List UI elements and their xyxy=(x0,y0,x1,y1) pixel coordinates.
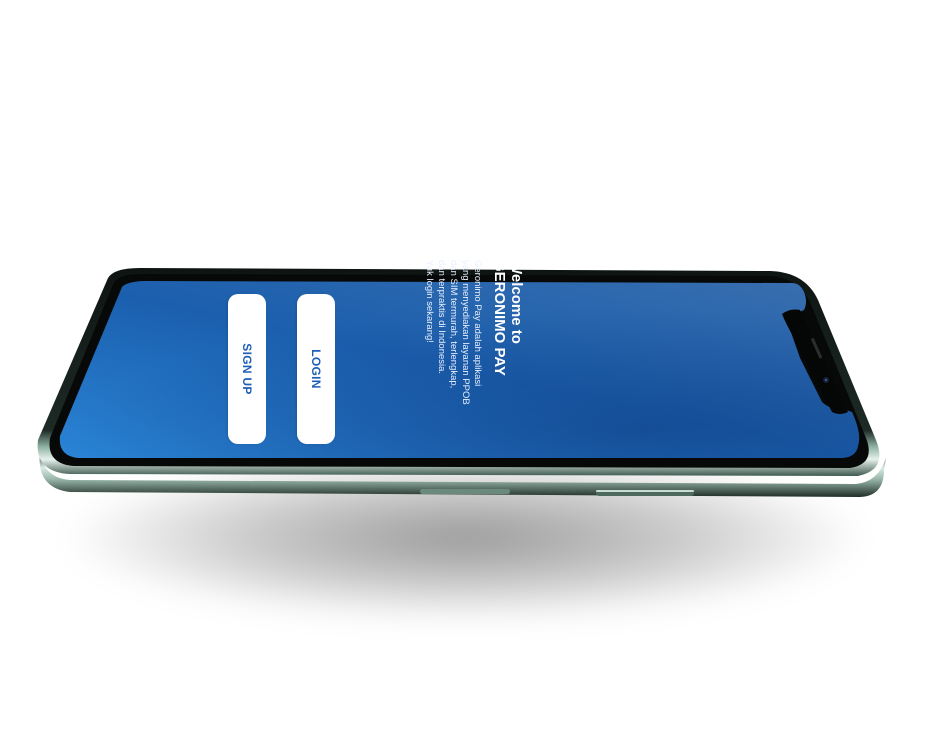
welcome-description: Geronimo Pay adalah aplikasi yang menyed… xyxy=(424,260,483,405)
login-button-label: LOGIN xyxy=(309,349,323,389)
login-button[interactable]: LOGIN xyxy=(297,294,335,444)
welcome-block: Welcome to GERONIMO PAY Geronimo Pay ada… xyxy=(424,260,525,490)
signup-button[interactable]: SIGN UP xyxy=(228,294,266,444)
mockup-stage: Welcome to GERONIMO PAY Geronimo Pay ada… xyxy=(0,0,929,737)
signup-button-label: SIGN UP xyxy=(240,343,254,395)
welcome-title: Welcome to GERONIMO PAY xyxy=(491,260,525,376)
